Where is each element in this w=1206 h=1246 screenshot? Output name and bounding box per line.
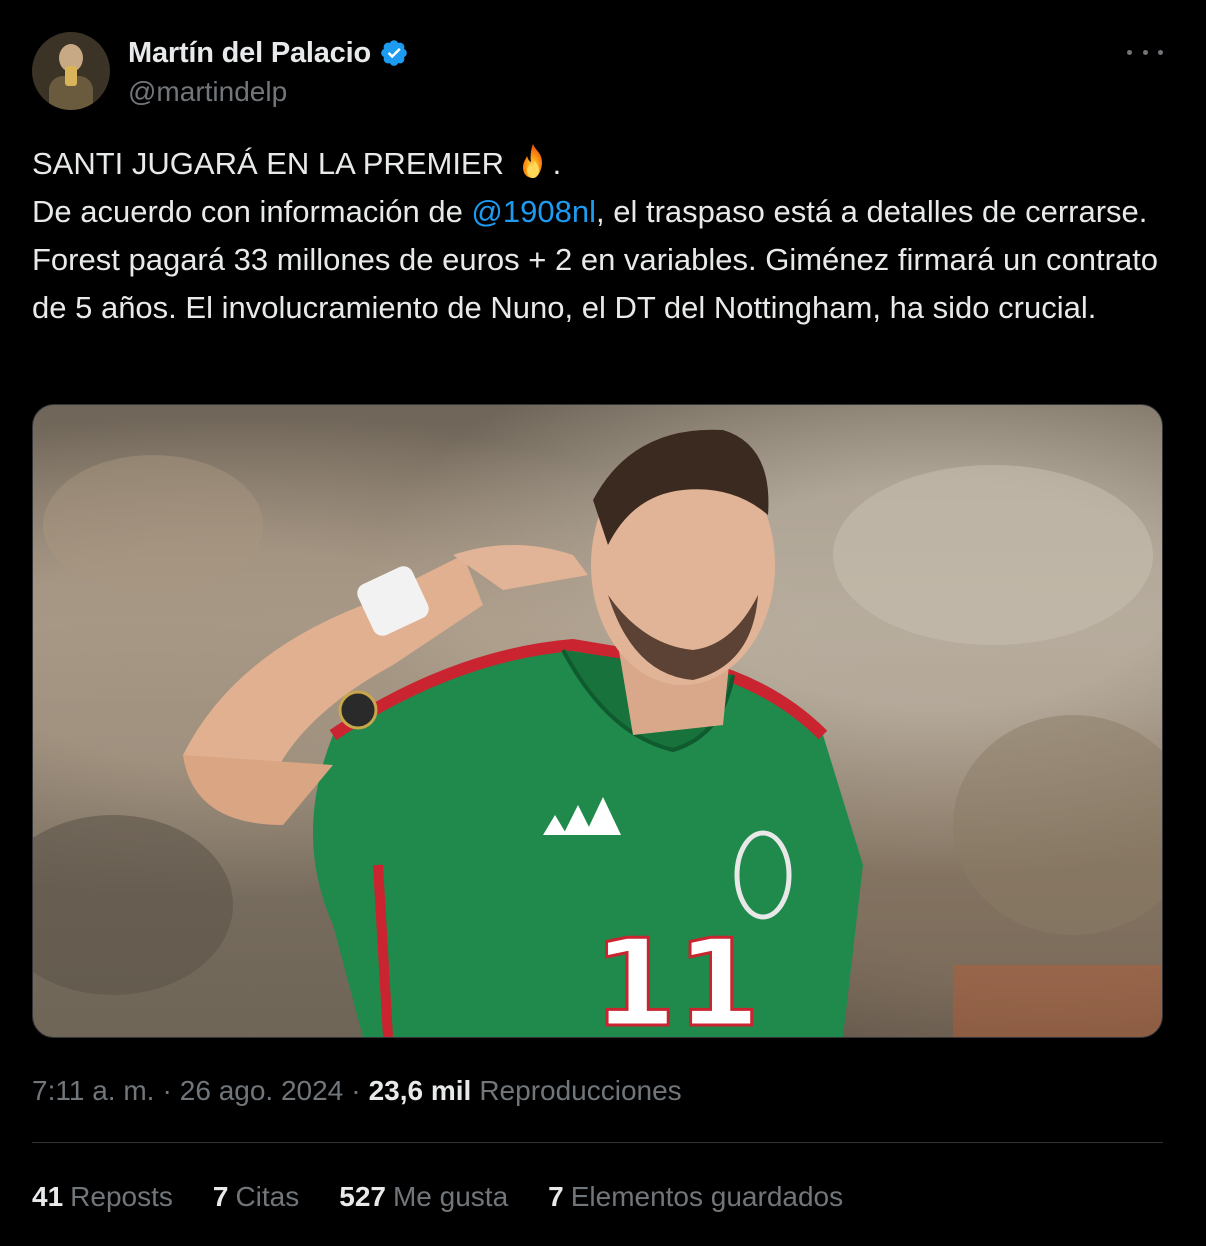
player-illustration: 11 bbox=[33, 429, 1162, 1037]
fire-icon bbox=[522, 144, 542, 178]
tweet-text-part: De acuerdo con información de bbox=[32, 194, 472, 229]
views-count[interactable]: 23,6 mil bbox=[369, 1075, 472, 1107]
reposts-stat[interactable]: 41 Reposts bbox=[32, 1181, 173, 1213]
more-options-icon[interactable] bbox=[1127, 40, 1163, 64]
author-name-row[interactable]: Martín del Palacio bbox=[128, 34, 409, 72]
avatar[interactable] bbox=[32, 32, 110, 110]
dot bbox=[1142, 49, 1148, 55]
tweet-date[interactable]: 26 ago. 2024 bbox=[180, 1075, 344, 1107]
likes-label: Me gusta bbox=[392, 1181, 509, 1212]
divider bbox=[32, 1142, 1163, 1143]
bookmarks-label: Elementos guardados bbox=[570, 1181, 844, 1212]
avatar-phone bbox=[65, 66, 77, 86]
dot bbox=[1127, 49, 1132, 55]
author-handle[interactable]: @martindelp bbox=[128, 76, 287, 108]
author-display-name[interactable]: Martín del Palacio bbox=[128, 37, 371, 70]
mention-link[interactable]: @1908nl bbox=[471, 194, 596, 229]
tweet-time[interactable]: 7:11 a. m. bbox=[32, 1075, 154, 1107]
tweet-text: SANTI JUGARÁ EN LA PREMIER . De acuerdo … bbox=[32, 140, 1172, 332]
views-label[interactable]: Reproducciones bbox=[479, 1075, 681, 1107]
headline-end: . bbox=[552, 146, 562, 181]
meta-separator: · bbox=[351, 1075, 361, 1106]
reposts-label: Reposts bbox=[70, 1181, 173, 1212]
bookmarks-count: 7 bbox=[548, 1181, 564, 1212]
likes-count: 527 bbox=[339, 1181, 386, 1212]
meta-separator: · bbox=[162, 1075, 172, 1106]
dot bbox=[1158, 49, 1163, 55]
tweet-metadata: 7:11 a. m. · 26 ago. 2024 · 23,6 mil Rep… bbox=[32, 1070, 682, 1112]
headline-text: SANTI JUGARÁ EN LA PREMIER bbox=[32, 146, 513, 181]
reposts-count: 41 bbox=[32, 1181, 64, 1212]
tweet-media-photo[interactable]: 11 bbox=[32, 404, 1163, 1038]
engagement-stats: 41 Reposts 7 Citas 527 Me gusta 7 Elementos … bbox=[32, 1176, 883, 1218]
tweet-headline: SANTI JUGARÁ EN LA PREMIER . bbox=[32, 140, 1172, 188]
likes-stat[interactable]: 527 Me gusta bbox=[339, 1181, 508, 1213]
verified-badge-icon[interactable] bbox=[379, 38, 409, 68]
tweet-paragraph: De acuerdo con información de @1908nl, e… bbox=[32, 188, 1172, 332]
quotes-label: Citas bbox=[235, 1181, 300, 1212]
tweet: Martín del Palacio @martindelp SANTI JUG… bbox=[0, 0, 1206, 1246]
bookmarks-stat[interactable]: 7 Elementos guardados bbox=[548, 1181, 843, 1213]
quotes-stat[interactable]: 7 Citas bbox=[213, 1181, 299, 1213]
jersey-number: 11 bbox=[593, 915, 760, 1037]
quotes-count: 7 bbox=[212, 1181, 229, 1212]
